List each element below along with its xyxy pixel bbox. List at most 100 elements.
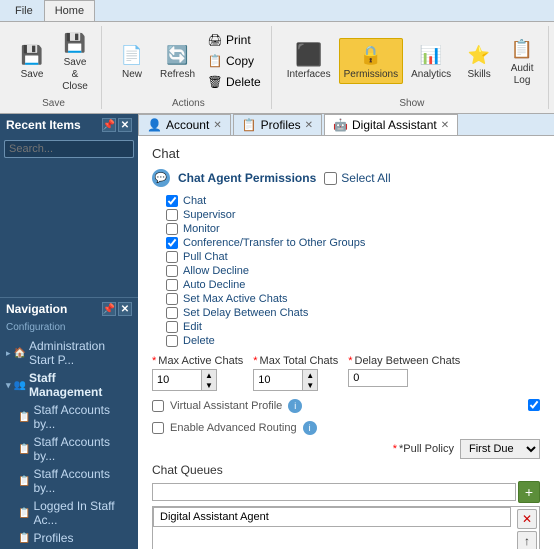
chat-queues-title: Chat Queues	[152, 463, 540, 477]
refresh-button[interactable]: 🔄 Refresh	[155, 38, 200, 84]
checkbox-9[interactable]	[166, 321, 178, 333]
nav-item-label: Administration Start P...	[29, 339, 132, 367]
skills-label: Skills	[467, 69, 490, 81]
max-total-chats-group: Max Total Chats ▲ ▼	[253, 355, 338, 391]
save-group-label: Save	[42, 98, 65, 109]
queue-add-button[interactable]: +	[518, 481, 540, 503]
admin-icon: 🏠	[14, 348, 26, 359]
max-total-chats-down[interactable]: ▼	[303, 380, 317, 390]
max-active-chats-label: Max Active Chats	[152, 355, 243, 367]
ribbon-body: 💾 Save 💾 Save &Close Save 📄 New 🔄 Ref	[0, 22, 554, 113]
nav-item-admin[interactable]: ▸ 🏠 Administration Start P...	[0, 337, 138, 369]
profiles-tab-close[interactable]: ✕	[305, 120, 313, 131]
delete-button[interactable]: 🗑 Delete	[203, 72, 265, 92]
analytics-button[interactable]: 📊 Analytics	[406, 38, 456, 84]
checkbox-6[interactable]	[166, 279, 178, 291]
sidebar-close-button[interactable]: ✕	[118, 118, 132, 132]
search-input[interactable]	[4, 140, 134, 158]
nav-tree: ▸ 🏠 Administration Start P... ▾ 👥 Staff …	[0, 335, 138, 549]
account-tab-close[interactable]: ✕	[213, 120, 221, 131]
checkbox-1[interactable]	[166, 209, 178, 221]
tab-digital-assistant[interactable]: 🤖 Digital Assistant ✕	[324, 114, 458, 135]
tab-file[interactable]: File	[4, 0, 44, 21]
virtual-assistant-checkbox[interactable]	[152, 400, 164, 412]
nav-item-staff-accounts-2[interactable]: 📋 Staff Accounts by...	[0, 433, 138, 465]
tab-profiles[interactable]: 📋 Profiles ✕	[233, 114, 322, 135]
checkbox-4[interactable]	[166, 251, 178, 263]
pull-policy-select[interactable]: First Due Round Robin	[460, 439, 540, 459]
sidebar: Recent Items 📌 ✕ Navigation 📌 ✕ Configur…	[0, 114, 138, 549]
interfaces-icon: ⬛	[295, 41, 323, 69]
content-area: 👤 Account ✕ 📋 Profiles ✕ 🤖 Digital Assis…	[138, 114, 554, 549]
audit-log-label: AuditLog	[511, 63, 534, 87]
sidebar-search-area	[0, 136, 138, 162]
skills-button[interactable]: ⭐ Skills	[459, 38, 499, 84]
main-layout: Recent Items 📌 ✕ Navigation 📌 ✕ Configur…	[0, 114, 554, 549]
virtual-assistant-right-checkbox[interactable]	[528, 399, 540, 411]
queue-item-digital-assistant[interactable]: Digital Assistant Agent	[153, 507, 511, 527]
print-label: Print	[226, 33, 251, 47]
fields-row: Max Active Chats ▲ ▼ Max Total Chats	[152, 355, 540, 391]
copy-button[interactable]: 📋 Copy	[203, 51, 265, 71]
account-tab-icon: 👤	[147, 118, 162, 132]
audit-log-icon: 📋	[508, 35, 536, 63]
digital-assistant-tab-close[interactable]: ✕	[441, 120, 449, 131]
max-active-chats-down[interactable]: ▼	[202, 380, 216, 390]
nav-close-button[interactable]: ✕	[118, 302, 132, 316]
nav-item-profiles[interactable]: 📋 Profiles	[0, 529, 138, 547]
queue-up-button[interactable]: ↑	[517, 531, 537, 549]
permissions-button[interactable]: 🔒 Permissions	[339, 38, 403, 84]
new-button[interactable]: 📄 New	[112, 38, 152, 84]
save-button[interactable]: 💾 Save	[12, 38, 52, 84]
enable-advanced-routing-info-icon[interactable]: i	[303, 421, 317, 435]
nav-item-logged-in[interactable]: 📋 Logged In Staff Ac...	[0, 497, 138, 529]
tab-account-label: Account	[166, 118, 209, 132]
interfaces-button[interactable]: ⬛ Interfaces	[282, 38, 336, 84]
checkbox-5[interactable]	[166, 265, 178, 277]
permissions-title: Chat Agent Permissions	[178, 171, 316, 185]
enable-advanced-routing-checkbox[interactable]	[152, 422, 164, 434]
nav-pin-button[interactable]: 📌	[102, 302, 116, 316]
nav-item-staff-accounts-1[interactable]: 📋 Staff Accounts by...	[0, 401, 138, 433]
select-all-checkbox[interactable]	[324, 172, 337, 185]
max-active-chats-input[interactable]	[152, 369, 202, 391]
queue-input[interactable]	[152, 483, 516, 501]
checkbox-row-3: Conference/Transfer to Other Groups	[166, 237, 540, 249]
queue-delete-button[interactable]: ✕	[517, 509, 537, 529]
save-close-icon: 💾	[61, 29, 89, 57]
max-total-chats-up[interactable]: ▲	[303, 370, 317, 380]
checkbox-7[interactable]	[166, 293, 178, 305]
checkbox-row-7: Set Max Active Chats	[166, 293, 540, 305]
queue-list-area: Digital Assistant Agent ✕ ↑ ↓	[152, 506, 540, 549]
nav-item-staff-accounts-3[interactable]: 📋 Staff Accounts by...	[0, 465, 138, 497]
pull-policy-row: *Pull Policy First Due Round Robin	[152, 439, 540, 459]
checkbox-2[interactable]	[166, 223, 178, 235]
print-icon: 🖨	[207, 32, 223, 48]
expand-icon-staff: ▾	[6, 380, 11, 391]
select-all[interactable]: Select All	[324, 171, 390, 185]
save-close-button[interactable]: 💾 Save &Close	[55, 26, 95, 96]
delay-between-chats-input[interactable]	[348, 369, 408, 387]
audit-log-button[interactable]: 📋 AuditLog	[502, 32, 542, 90]
max-total-chats-input[interactable]	[253, 369, 303, 391]
checkbox-label-3: Conference/Transfer to Other Groups	[183, 237, 365, 249]
checkbox-3[interactable]	[166, 237, 178, 249]
checkbox-label-7: Set Max Active Chats	[183, 293, 288, 305]
delay-between-chats-label: Delay Between Chats	[348, 355, 460, 367]
staff-accounts-1-icon: 📋	[18, 412, 30, 423]
nav-item-staff-mgmt[interactable]: ▾ 👥 Staff Management	[0, 369, 138, 401]
virtual-routing-row: Virtual Assistant Profile i	[152, 395, 540, 417]
checkbox-8[interactable]	[166, 307, 178, 319]
delay-between-chats-group: Delay Between Chats	[348, 355, 460, 391]
tab-home[interactable]: Home	[44, 0, 95, 21]
checkbox-10[interactable]	[166, 335, 178, 347]
checkbox-label-6: Auto Decline	[183, 279, 245, 291]
virtual-assistant-info-icon[interactable]: i	[288, 399, 302, 413]
print-button[interactable]: 🖨 Print	[203, 30, 265, 50]
checkbox-0[interactable]	[166, 195, 178, 207]
skills-icon: ⭐	[465, 41, 493, 69]
tab-account[interactable]: 👤 Account ✕	[138, 114, 231, 135]
max-active-chats-up[interactable]: ▲	[202, 370, 216, 380]
sidebar-pin-button[interactable]: 📌	[102, 118, 116, 132]
show-group-label: Show	[399, 98, 424, 109]
